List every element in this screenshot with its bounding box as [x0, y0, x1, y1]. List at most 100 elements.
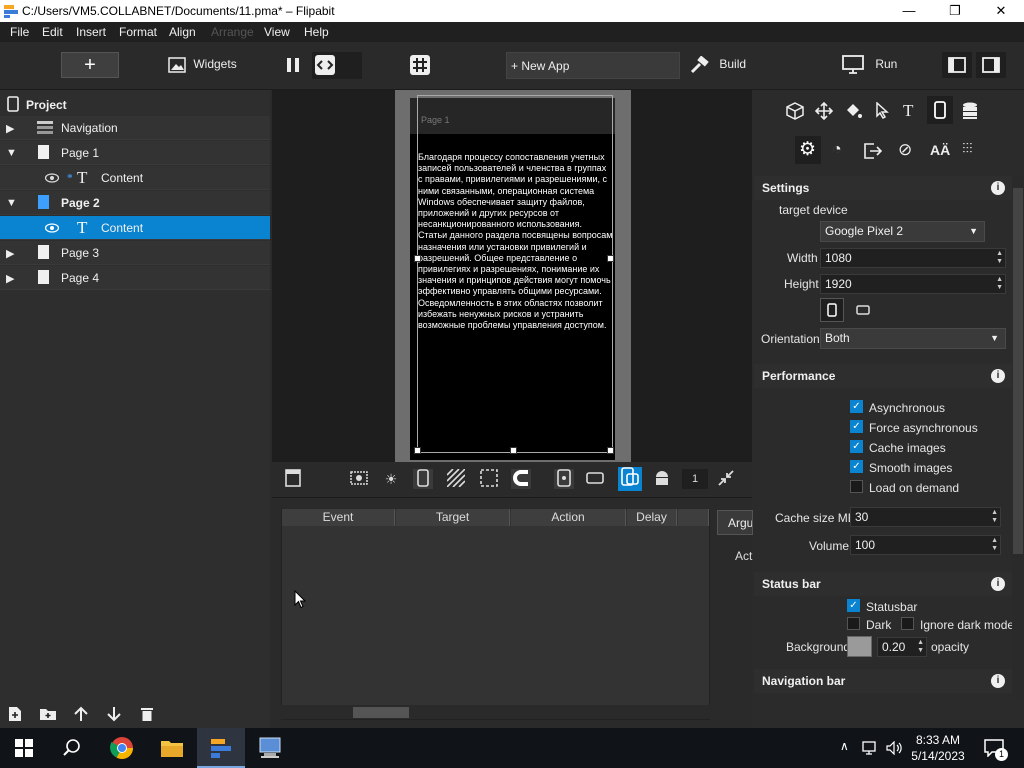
text-tool-icon[interactable]: T	[903, 101, 913, 121]
pause-button[interactable]	[286, 57, 300, 76]
column-target[interactable]: Target	[396, 509, 510, 526]
add-button[interactable]: +	[61, 52, 119, 78]
spin-arrows-icon[interactable]: ▲ ▼	[991, 509, 998, 525]
spin-arrows-icon[interactable]: ▲ ▼	[917, 639, 924, 655]
checkbox-checked[interactable]: ✓	[850, 460, 863, 473]
menu-view[interactable]: View	[264, 25, 290, 39]
checkbox-checked[interactable]: ✓	[850, 400, 863, 413]
status-bar-section-header[interactable]: Status bar i	[754, 572, 1012, 596]
spin-arrows-icon[interactable]: ▲ ▼	[991, 537, 998, 553]
brightness-icon[interactable]: ☀	[381, 469, 401, 489]
expand-arrow-icon[interactable]: ▶	[6, 247, 14, 260]
menu-file[interactable]: File	[10, 25, 29, 39]
screenshot-icon[interactable]	[349, 469, 369, 489]
tree-item-page-3[interactable]: ▶ Page 3	[0, 241, 270, 265]
navigation-bar-section-header[interactable]: Navigation bar i	[754, 669, 1012, 693]
move-down-icon[interactable]	[107, 706, 121, 722]
add-page-icon[interactable]	[7, 706, 23, 722]
content-text-widget[interactable]: Благодаря процессу сопоставления учетных…	[418, 152, 613, 331]
android-icon[interactable]	[652, 469, 672, 489]
checkbox-unchecked[interactable]	[901, 617, 914, 630]
column-event[interactable]: Event	[282, 509, 395, 526]
spin-arrows-icon[interactable]: ▲ ▼	[996, 276, 1003, 292]
orientation-select[interactable]: Both ▼	[820, 328, 1006, 349]
hatch-pattern-icon[interactable]	[446, 468, 466, 489]
tree-item-navigation[interactable]: ▶ Navigation	[0, 116, 270, 140]
expand-arrow-icon[interactable]: ▶	[6, 272, 14, 285]
collapse-arrow-icon[interactable]: ▼	[6, 147, 17, 159]
menu-insert[interactable]: Insert	[76, 25, 106, 39]
tree-item-page-2[interactable]: ▼ Page 2	[0, 191, 270, 215]
menu-edit[interactable]: Edit	[42, 25, 63, 39]
resize-handle[interactable]	[607, 255, 614, 262]
checkbox-checked[interactable]: ✓	[847, 599, 860, 612]
portrait-button[interactable]	[820, 298, 844, 322]
info-icon[interactable]: i	[991, 181, 1005, 195]
cube-icon[interactable]	[786, 102, 804, 120]
volume-field[interactable]: 100 ▲ ▼	[850, 535, 1001, 555]
scrollbar-thumb[interactable]	[1013, 188, 1023, 554]
notification-button[interactable]: 1	[975, 728, 1015, 768]
device-preview-icon[interactable]	[413, 469, 433, 489]
export-icon[interactable]	[864, 143, 882, 159]
info-icon[interactable]: i	[991, 674, 1005, 688]
widgets-button[interactable]: Widgets	[168, 57, 237, 73]
resize-handle[interactable]	[414, 447, 421, 454]
move-up-icon[interactable]	[74, 706, 88, 722]
add-folder-icon[interactable]	[39, 707, 57, 721]
checkbox-checked[interactable]: ✓	[850, 420, 863, 433]
speedometer-icon[interactable]: ◔	[832, 141, 842, 159]
compass-icon[interactable]: ⊘	[898, 140, 912, 160]
scrollbar-thumb[interactable]	[353, 707, 409, 718]
tree-item-page-4[interactable]: ▶ Page 4	[0, 266, 270, 290]
resize-handle[interactable]	[414, 255, 421, 262]
eye-icon[interactable]	[45, 223, 59, 233]
maximize-button[interactable]: ❐	[932, 0, 978, 22]
run-button[interactable]: Run	[842, 55, 897, 75]
minimize-button[interactable]: —	[886, 0, 932, 22]
network-app-taskbar-button[interactable]	[246, 728, 294, 768]
magnet-snap-icon[interactable]	[511, 469, 531, 489]
settings-section-header[interactable]: Settings i	[754, 176, 1012, 200]
height-field[interactable]: 1920 ▲ ▼	[820, 274, 1006, 294]
collapse-arrow-icon[interactable]: ▼	[6, 197, 17, 209]
landscape-orientation-icon[interactable]	[856, 305, 870, 315]
build-button[interactable]: Build	[690, 55, 746, 74]
pointer-icon[interactable]	[875, 102, 889, 120]
paint-bucket-icon[interactable]	[844, 102, 862, 120]
info-icon[interactable]: i	[991, 577, 1005, 591]
volume-icon[interactable]	[886, 741, 902, 755]
move-arrows-icon[interactable]	[815, 102, 833, 120]
menu-format[interactable]: Format	[119, 25, 157, 39]
both-orientations-icon[interactable]	[618, 467, 642, 491]
background-color-swatch[interactable]	[847, 636, 872, 657]
menu-align[interactable]: Align	[169, 25, 196, 39]
resize-handle[interactable]	[510, 447, 517, 454]
eye-icon[interactable]	[45, 173, 59, 183]
checkbox-unchecked[interactable]	[850, 480, 863, 493]
arguments-tab[interactable]: Argu	[717, 510, 753, 535]
checkbox-unchecked[interactable]	[847, 617, 860, 630]
collapse-view-icon[interactable]	[716, 469, 736, 489]
performance-section-header[interactable]: Performance i	[754, 364, 1012, 388]
horizontal-scrollbar[interactable]	[281, 705, 710, 719]
opacity-field[interactable]: 0.20 ▲ ▼	[877, 637, 927, 657]
trash-icon[interactable]	[140, 706, 154, 722]
left-panel-toggle[interactable]	[942, 52, 972, 78]
menu-arrange[interactable]: Arrange	[211, 25, 254, 39]
ruler-settings-icon[interactable]: ⫶⫶⫶	[962, 140, 973, 157]
settings-tab[interactable]: ⚙	[795, 136, 821, 164]
clock-time[interactable]: 8:33 AM	[903, 733, 973, 747]
column-delay[interactable]: Delay	[627, 509, 677, 526]
info-icon[interactable]: i	[991, 369, 1005, 383]
flipabit-taskbar-button[interactable]	[197, 728, 245, 768]
chevron-up-icon[interactable]: ∧	[840, 739, 849, 753]
expand-arrow-icon[interactable]: ▶	[6, 122, 14, 135]
cache-size-field[interactable]: 30 ▲ ▼	[850, 507, 1001, 527]
clock-date[interactable]: 5/14/2023	[903, 749, 973, 763]
events-table[interactable]	[281, 509, 710, 720]
file-explorer-taskbar-button[interactable]	[148, 728, 196, 768]
search-button[interactable]	[48, 728, 96, 768]
right-panel-toggle[interactable]	[976, 52, 1006, 78]
column-action[interactable]: Action	[511, 509, 626, 526]
